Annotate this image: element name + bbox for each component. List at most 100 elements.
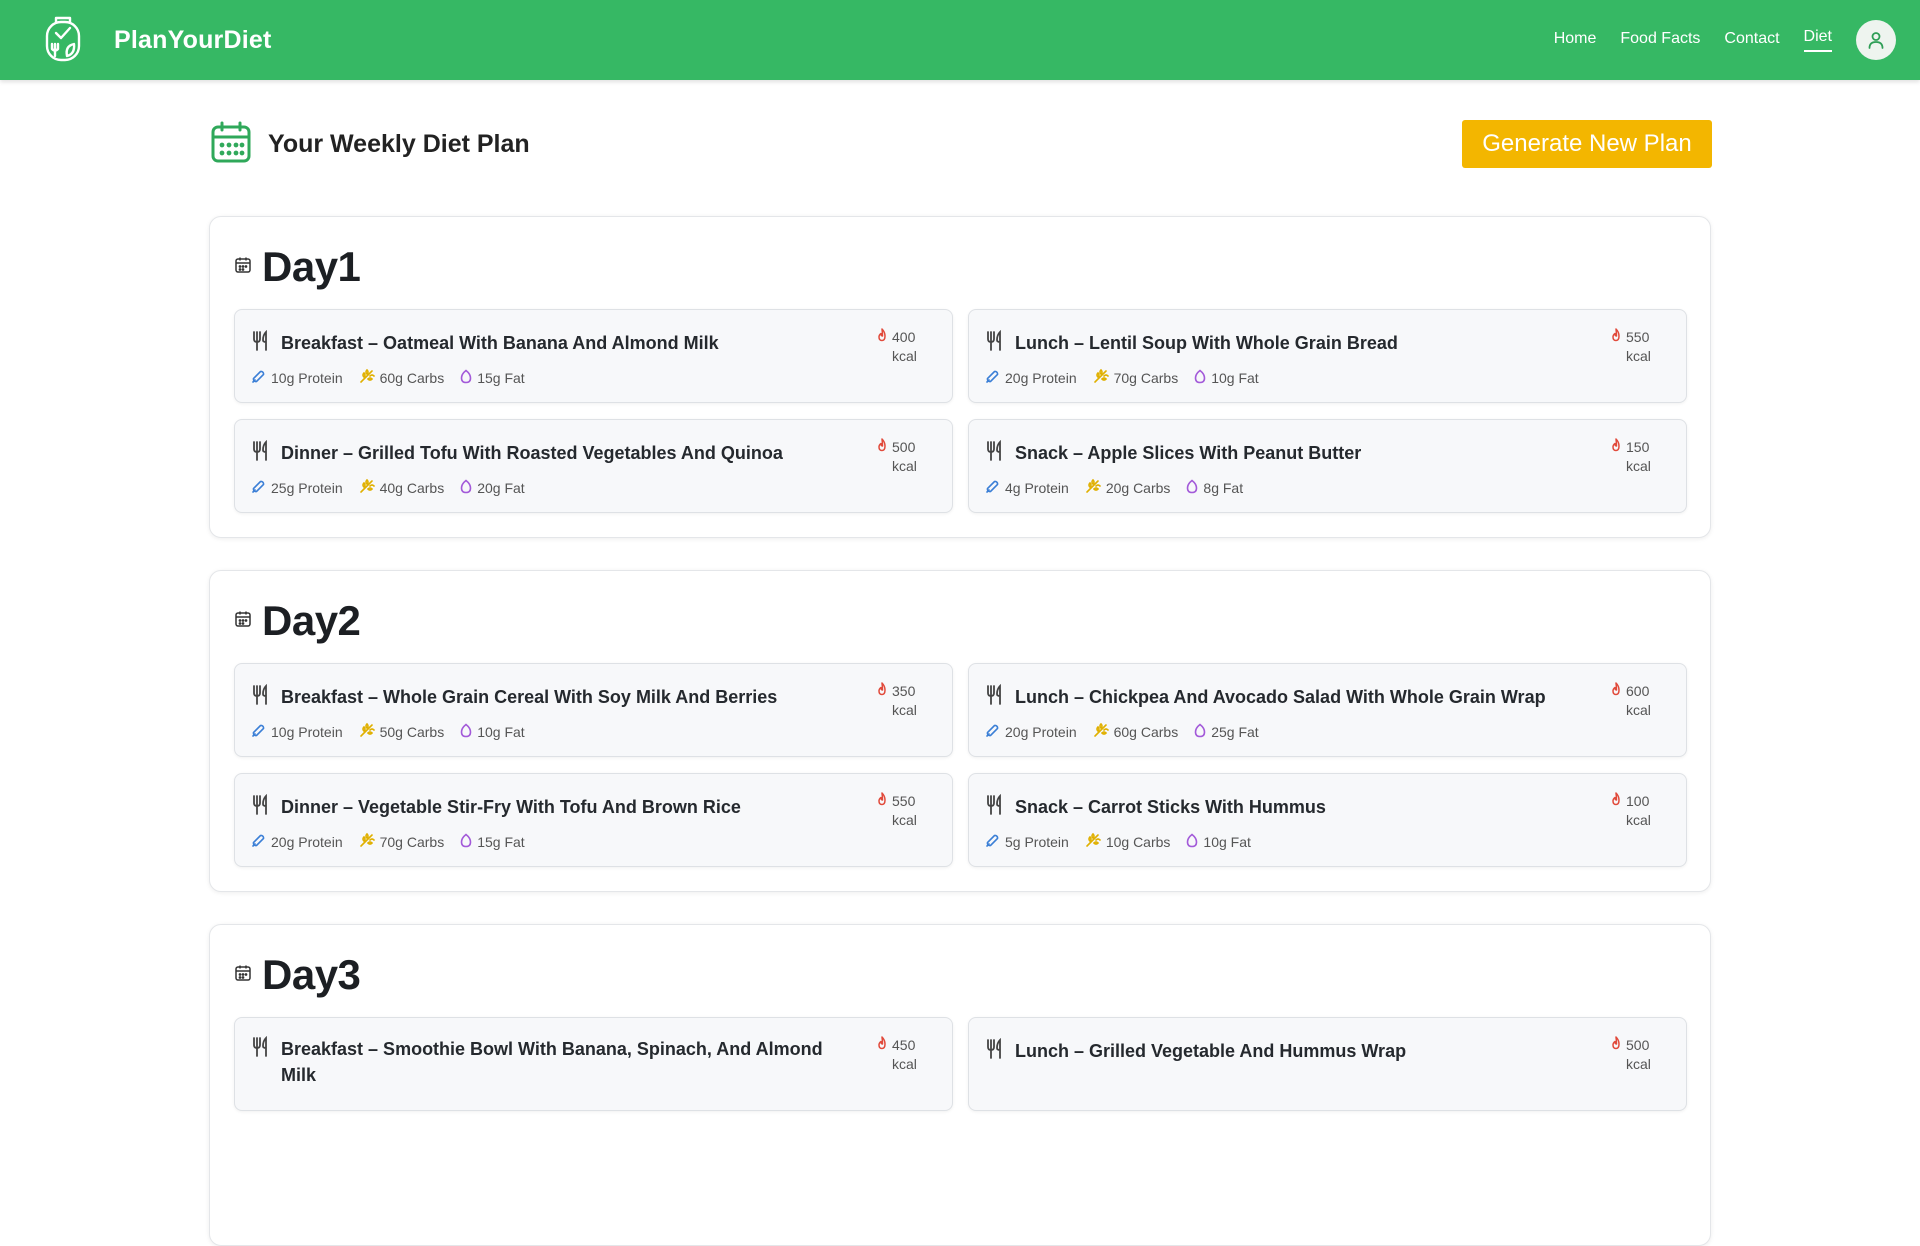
meal-title-row: Dinner – Vegetable Stir-Fry With Tofu An… <box>251 793 841 821</box>
macro-fat: 10g Fat <box>1186 832 1251 851</box>
meal-title-row: Breakfast – Smoothie Bowl With Banana, S… <box>251 1035 841 1088</box>
carbs-value: 40g Carbs <box>379 479 445 496</box>
meal-card[interactable]: Dinner – Vegetable Stir-Fry With Tofu An… <box>234 773 953 867</box>
fat-value: 10g Fat <box>1211 369 1259 386</box>
meal-card[interactable]: Lunch – Lentil Soup With Whole Grain Bre… <box>968 309 1687 403</box>
meal-title-row: Lunch – Chickpea And Avocado Salad With … <box>985 683 1575 711</box>
flame-icon <box>876 328 888 347</box>
fat-value: 10g Fat <box>1203 833 1251 850</box>
macro-carbs: 60g Carbs <box>1093 722 1179 741</box>
carbs-icon <box>1093 368 1109 387</box>
meal-card[interactable]: Breakfast – Oatmeal With Banana And Almo… <box>234 309 953 403</box>
meal-card[interactable]: Snack – Carrot Sticks With Hummus 100 kca… <box>968 773 1687 867</box>
calories: 100 kcal <box>1610 792 1670 830</box>
fat-value: 8g Fat <box>1203 479 1244 496</box>
nav-link-food-facts[interactable]: Food Facts <box>1620 30 1700 51</box>
nav-link-diet[interactable]: Diet <box>1803 28 1832 52</box>
macros: 20g Protein 70g Carbs 15g Fat <box>251 832 541 851</box>
macro-fat: 15g Fat <box>460 368 525 387</box>
plan-diet-logo-icon[interactable] <box>40 15 86 65</box>
day-header: Day2 <box>234 597 361 645</box>
flame-icon <box>876 1036 888 1055</box>
calories-value: 450 kcal <box>892 1037 917 1072</box>
macro-protein: 25g Protein <box>251 479 343 497</box>
calories: 500 kcal <box>876 438 936 476</box>
carbs-icon <box>1085 832 1101 851</box>
protein-value: 20g Protein <box>1005 723 1077 740</box>
top-navbar: PlanYourDiet Home Food Facts Contact Die… <box>0 0 1920 80</box>
brand-name[interactable]: PlanYourDiet <box>114 26 272 55</box>
calories-value: 600 kcal <box>1626 683 1651 718</box>
meal-card[interactable]: Lunch – Chickpea And Avocado Salad With … <box>968 663 1687 757</box>
fork-knife-icon <box>985 683 1005 711</box>
fork-knife-icon <box>251 683 271 711</box>
flame-icon <box>1610 1036 1622 1055</box>
fat-value: 20g Fat <box>477 479 525 496</box>
meal-title-row: Lunch – Lentil Soup With Whole Grain Bre… <box>985 329 1575 357</box>
macro-fat: 10g Fat <box>1194 368 1259 387</box>
macro-protein: 20g Protein <box>985 369 1077 387</box>
macro-protein: 4g Protein <box>985 479 1069 497</box>
calories: 400 kcal <box>876 328 936 366</box>
macros: 5g Protein 10g Carbs 10g Fat <box>985 832 1267 851</box>
user-avatar[interactable] <box>1856 20 1896 60</box>
meal-title: Dinner – Vegetable Stir-Fry With Tofu An… <box>281 797 741 817</box>
calories-value: 350 kcal <box>892 683 917 718</box>
fork-knife-icon <box>985 329 1005 357</box>
meal-card[interactable]: Breakfast – Whole Grain Cereal With Soy … <box>234 663 953 757</box>
fork-knife-icon <box>251 439 271 467</box>
macros: 10g Protein 50g Carbs 10g Fat <box>251 722 541 741</box>
flame-icon <box>1610 328 1622 347</box>
macro-carbs: 10g Carbs <box>1085 832 1170 851</box>
calendar-icon <box>234 610 252 633</box>
protein-icon <box>251 479 266 497</box>
macro-protein: 20g Protein <box>985 723 1077 741</box>
carbs-value: 70g Carbs <box>1113 369 1179 386</box>
carbs-value: 60g Carbs <box>379 369 445 386</box>
carbs-value: 60g Carbs <box>1113 723 1179 740</box>
calories: 450 kcal <box>876 1036 936 1074</box>
calories: 500 kcal <box>1610 1036 1670 1074</box>
calories-value: 550 kcal <box>892 793 917 828</box>
fat-value: 15g Fat <box>477 833 525 850</box>
calories: 600 kcal <box>1610 682 1670 720</box>
meal-title-row: Breakfast – Oatmeal With Banana And Almo… <box>251 329 841 357</box>
macro-protein: 5g Protein <box>985 833 1069 851</box>
fat-icon <box>460 368 472 387</box>
meal-card[interactable]: Breakfast – Smoothie Bowl With Banana, S… <box>234 1017 953 1111</box>
calendar-icon <box>234 964 252 987</box>
meal-title: Lunch – Lentil Soup With Whole Grain Bre… <box>1015 333 1398 353</box>
fat-icon <box>1194 368 1206 387</box>
meal-title-row: Dinner – Grilled Tofu With Roasted Veget… <box>251 439 841 467</box>
macro-fat: 20g Fat <box>460 478 525 497</box>
protein-value: 10g Protein <box>271 369 343 386</box>
calories: 550 kcal <box>1610 328 1670 366</box>
meal-title: Breakfast – Whole Grain Cereal With Soy … <box>281 687 778 707</box>
calories: 550 kcal <box>876 792 936 830</box>
flame-icon <box>876 438 888 457</box>
meal-card[interactable]: Dinner – Grilled Tofu With Roasted Veget… <box>234 419 953 513</box>
macro-fat: 15g Fat <box>460 832 525 851</box>
macro-fat: 10g Fat <box>460 722 525 741</box>
meal-card[interactable]: Lunch – Grilled Vegetable And Hummus Wra… <box>968 1017 1687 1111</box>
macro-carbs: 60g Carbs <box>359 368 445 387</box>
flame-icon <box>1610 438 1622 457</box>
fork-knife-icon <box>251 1035 271 1063</box>
macros: 4g Protein 20g Carbs 8g Fat <box>985 478 1259 497</box>
carbs-icon <box>359 832 375 851</box>
generate-new-plan-button[interactable]: Generate New Plan <box>1462 120 1712 168</box>
macros: 20g Protein 60g Carbs 25g Fat <box>985 722 1275 741</box>
fork-knife-icon <box>985 1037 1005 1065</box>
protein-icon <box>251 833 266 851</box>
nav-link-home[interactable]: Home <box>1554 30 1597 51</box>
meal-card[interactable]: Snack – Apple Slices With Peanut Butter 1… <box>968 419 1687 513</box>
fat-icon <box>1186 832 1198 851</box>
protein-value: 25g Protein <box>271 479 343 496</box>
nav-link-contact[interactable]: Contact <box>1724 30 1779 51</box>
day-title: Day1 <box>262 243 361 290</box>
macro-carbs: 50g Carbs <box>359 722 444 741</box>
meal-title: Snack – Carrot Sticks With Hummus <box>1015 797 1326 817</box>
fat-icon <box>460 722 472 741</box>
fat-value: 10g Fat <box>477 723 525 740</box>
calories-value: 500 kcal <box>1626 1037 1651 1072</box>
